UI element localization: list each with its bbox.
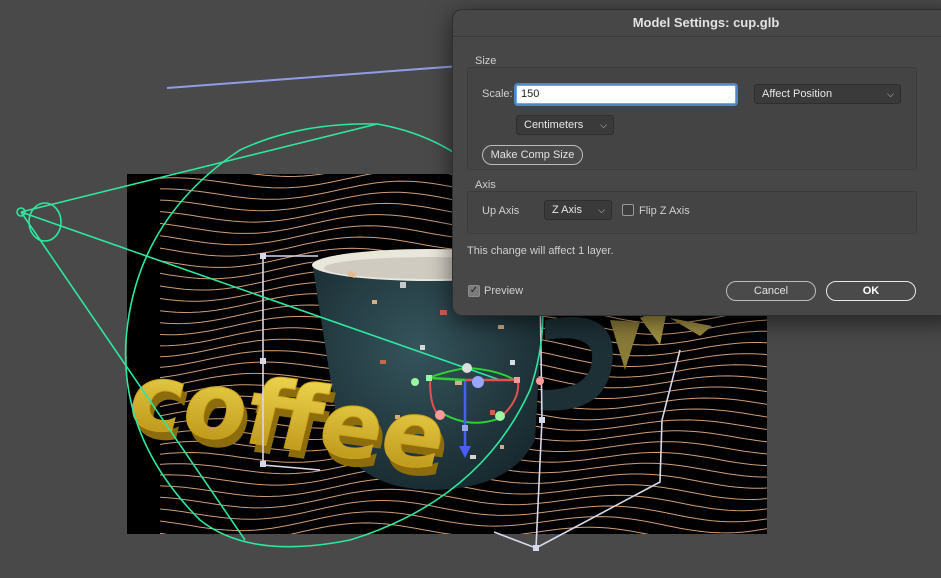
cancel-button[interactable]: Cancel — [726, 281, 816, 301]
flip-z-axis-label: Flip Z Axis — [639, 205, 690, 217]
up-axis-value: Z Axis — [552, 204, 582, 216]
units-value: Centimeters — [524, 119, 584, 131]
units-dropdown[interactable]: Centimeters ⌵ — [516, 115, 614, 135]
camera-target-line — [166, 65, 461, 89]
composition-viewport[interactable]: coffee coffee Model Settings: cup.glb Si… — [0, 0, 941, 578]
preview-checkbox[interactable]: ✓ — [468, 285, 480, 297]
model-settings-dialog: Model Settings: cup.glb Size Scale: 150 … — [452, 9, 941, 316]
scale-input[interactable]: 150 — [516, 85, 736, 104]
size-group-label: Size — [475, 55, 497, 67]
make-comp-size-button[interactable]: Make Comp Size — [482, 145, 583, 165]
position-mode-dropdown[interactable]: Affect Position ⌵ — [754, 84, 901, 104]
up-axis-dropdown[interactable]: Z Axis ⌵ — [544, 200, 612, 220]
chevron-down-icon: ⌵ — [600, 120, 607, 130]
chevron-down-icon: ⌵ — [598, 205, 605, 215]
position-mode-value: Affect Position — [762, 88, 833, 100]
scale-label: Scale: — [482, 88, 513, 100]
chevron-down-icon: ⌵ — [887, 89, 894, 99]
axis-group-label: Axis — [475, 179, 496, 191]
preview-label: Preview — [484, 285, 524, 297]
ok-button[interactable]: OK — [826, 281, 916, 301]
up-axis-label: Up Axis — [482, 205, 520, 217]
info-text: This change will affect 1 layer. — [467, 245, 614, 257]
dialog-title: Model Settings: cup.glb — [453, 10, 941, 37]
flip-z-axis-checkbox[interactable] — [622, 204, 634, 216]
checkmark-icon: ✓ — [469, 285, 479, 296]
axis-group: Up Axis Z Axis ⌵ Flip Z Axis — [467, 191, 917, 234]
size-group: Scale: 150 Affect Position ⌵ Centimeters… — [467, 67, 917, 170]
